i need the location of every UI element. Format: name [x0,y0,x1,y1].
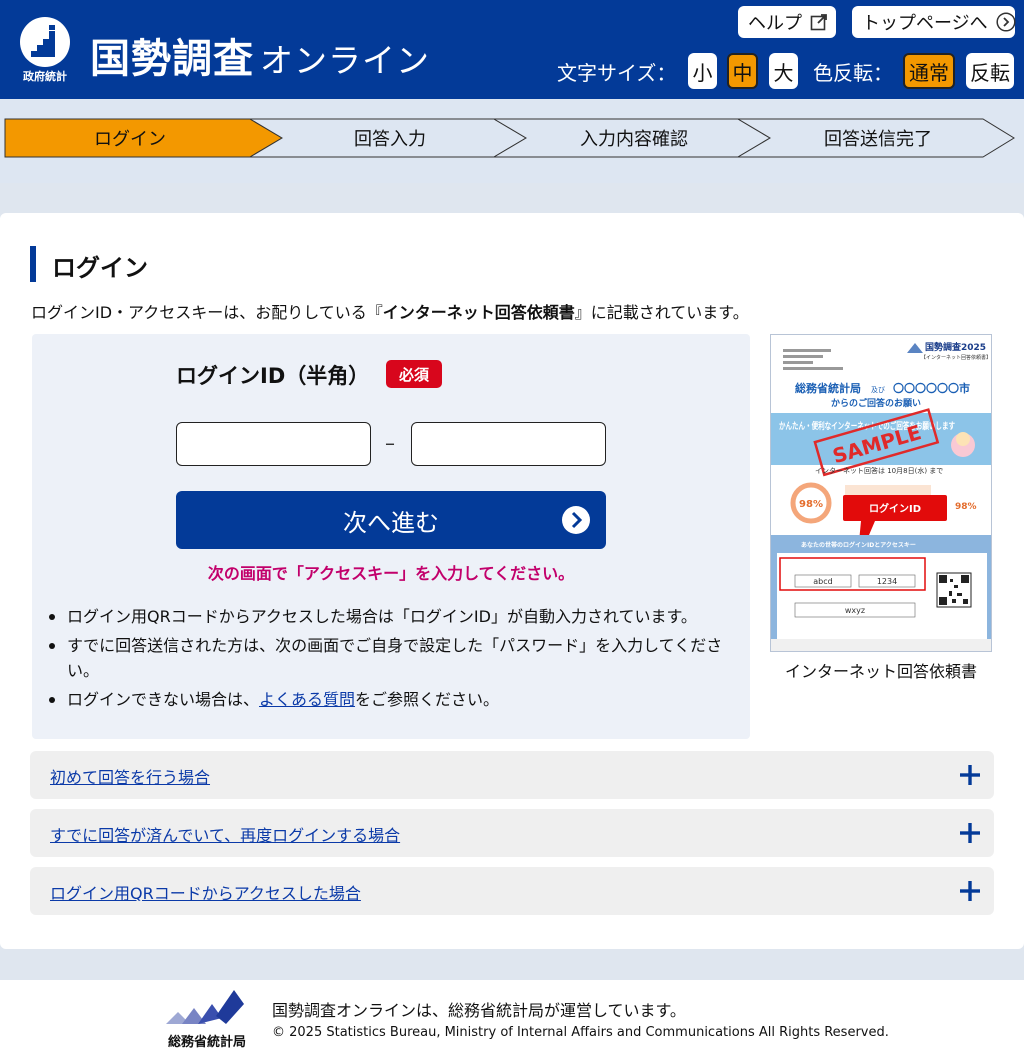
intro-document-name: インターネット回答依頼書 [382,303,575,322]
intro-text: ログインID・アクセスキーは、お配りしている『インターネット回答依頼書』に記載さ… [31,299,749,323]
chevron-right-circle-icon [996,12,1016,32]
logo-circle [20,17,70,67]
plus-icon [960,823,980,843]
list-item: ログインできない場合は、よくある質問をご参照ください。 [46,687,736,712]
access-key-note: 次の画面で「アクセスキー」を入力してください。 [207,564,575,583]
plus-icon [960,881,980,901]
site-title-sub: オンライン [260,41,430,80]
external-link-icon [810,13,828,31]
page-title: ログイン [52,254,148,282]
sample-caption: インターネット回答依頼書 [784,662,977,681]
sample-from-and: 及び [871,386,885,394]
bullet3-after: をご参照ください。 [355,690,500,709]
font-size-small-button[interactable]: 小 [688,53,717,89]
bullet3-before: ログインできない場合は、 [67,690,260,709]
accordion-first-time[interactable]: 初めて回答を行う場合 [30,751,994,799]
sample-percent: 98% [799,499,823,510]
login-id-label: ログインID（半角） [176,364,370,388]
login-id-input-1[interactable] [176,422,371,466]
sample-deadline: インターネット回答は 10月8日(水) まで [815,466,943,475]
sample-subtitle: 【インターネット回答依頼書】 [921,354,991,361]
sample-percent-2: 98% [955,502,977,512]
help-button[interactable]: ヘルプ [738,6,836,38]
required-badge: 必須 [386,360,442,388]
accordion-relogin[interactable]: すでに回答が済んでいて、再度ログインする場合 [30,809,994,857]
font-size-large-button[interactable]: 大 [769,53,798,89]
step-confirm: 入力内容確認 [580,129,688,150]
site-footer [0,980,1024,1062]
top-page-button[interactable]: トップページへ [852,6,1016,38]
step-complete: 回答送信完了 [824,129,932,150]
sample-callout: ログインID [869,502,921,515]
stairs-logo-icon [31,25,55,57]
list-item: すでに回答送信された方は、次の画面でご自身で設定した「パスワード」を入力してくだ… [46,633,736,683]
sample-from-city: 〇〇〇〇〇〇市 [893,381,970,395]
font-size-medium-button[interactable]: 中 [727,53,758,89]
intro-after: 』に記載されています。 [574,303,749,322]
sample-id-example-2: 1234 [877,577,897,586]
sample-request-document: 国勢調査2025 【インターネット回答依頼書】 総務省統計局 及び 〇〇〇〇〇〇… [770,334,992,652]
gov-stats-logo[interactable]: 政府統計 [20,17,70,83]
next-button-label: 次へ進む [343,508,439,537]
color-normal-button[interactable]: 通常 [903,53,955,89]
color-invert-button[interactable]: 反転 [966,53,1014,89]
font-size-label: 文字サイズ： [557,61,677,85]
site-title[interactable]: 国勢調査 オンライン [90,26,430,84]
chevron-right-circle-icon [561,505,591,541]
footer-copyright: © 2025 Statistics Bureau, Ministry of In… [272,1025,889,1040]
list-item: ログイン用QRコードからアクセスした場合は「ログインID」が自動入力されています… [46,604,736,629]
faq-link[interactable]: よくある質問 [259,690,355,709]
sample-id-box-title: あなたの世帯のログインIDとアクセスキー [801,541,916,549]
site-header: 政府統計 国勢調査 オンライン ヘルプ トップページへ 文字サイズ： 小 中 大 … [0,0,1024,99]
sample-from-bureau: 総務省統計局 [795,381,861,395]
accordion-link[interactable]: すでに回答が済んでいて、再度ログインする場合 [50,822,400,846]
login-id-input-2[interactable] [411,422,606,466]
next-button[interactable]: 次へ進む [176,491,606,549]
top-page-label: トップページへ [862,13,988,34]
help-label: ヘルプ [748,13,802,34]
sample-request-line: からのご回答のお願い [831,397,921,409]
accordion-link[interactable]: 初めて回答を行う場合 [50,764,210,788]
id-separator: – [385,431,395,455]
heading-accent-bar [30,246,36,282]
footer-logo-text: 総務省統計局 [167,1035,246,1050]
intro-before: ログインID・アクセスキーは、お配りしている『 [31,303,383,322]
plus-icon [960,765,980,785]
color-invert-label: 色反転： [813,61,893,85]
sample-brand: 国勢調査2025 [925,341,986,353]
step-answer-input: 回答入力 [354,129,426,150]
sample-document-image: 国勢調査2025 【インターネット回答依頼書】 総務省統計局 及び 〇〇〇〇〇〇… [771,335,991,651]
site-title-main: 国勢調査 [90,36,254,82]
accordion-qr-access[interactable]: ログイン用QRコードからアクセスした場合 [30,867,994,915]
sample-id-example-1: abcd [813,577,832,586]
footer-operator: 国勢調査オンラインは、総務省統計局が運営しています。 [272,1001,686,1020]
step-login: ログイン [94,129,166,150]
accordion-link[interactable]: ログイン用QRコードからアクセスした場合 [50,880,361,904]
sample-access-key-example: wxyz [845,606,865,615]
logo-small-text: 政府統計 [23,70,67,83]
help-list: ログイン用QRコードからアクセスした場合は「ログインID」が自動入力されています… [46,604,736,716]
